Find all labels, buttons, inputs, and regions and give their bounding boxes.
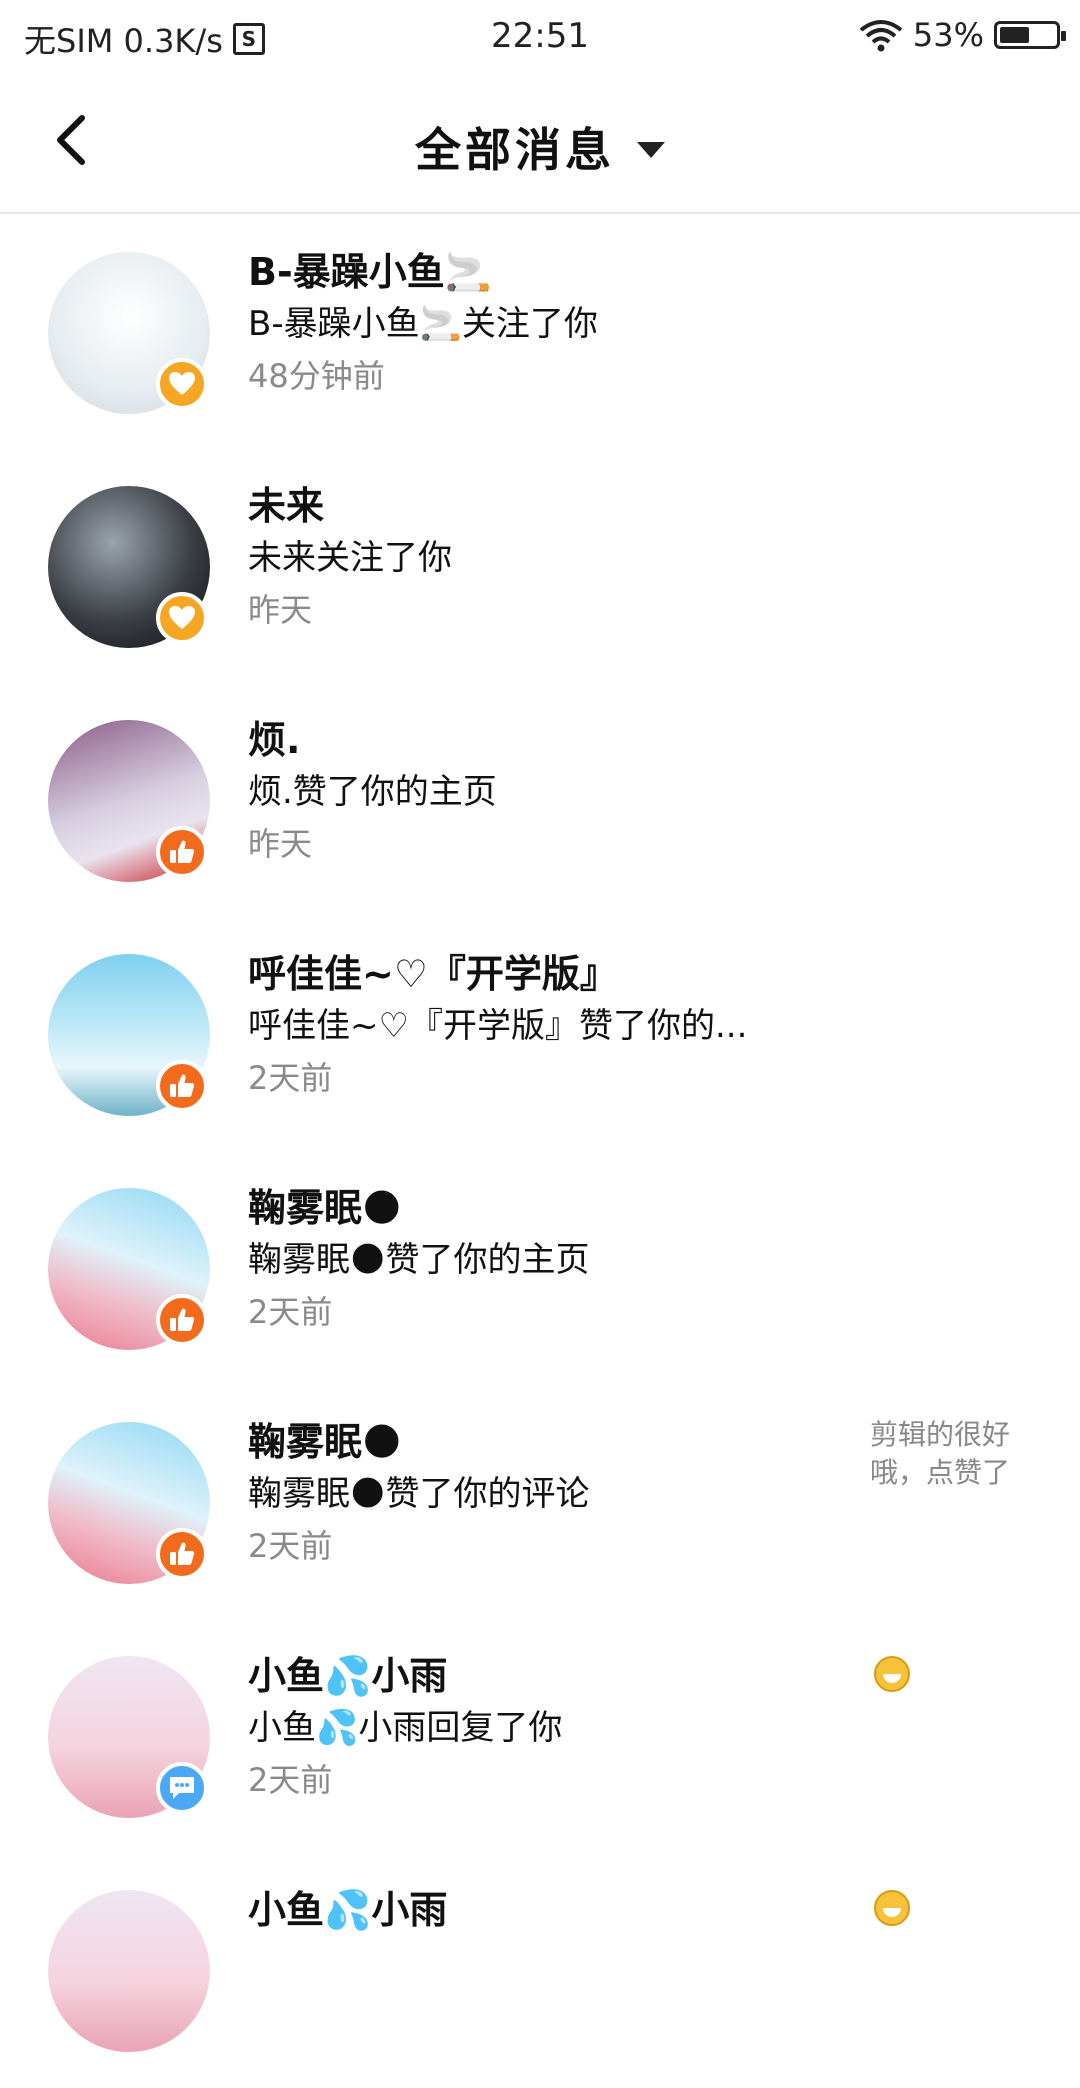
like-badge xyxy=(156,826,208,878)
like-badge xyxy=(156,1060,208,1112)
message-item[interactable]: B-暴躁小鱼🚬 B-暴躁小鱼🚬关注了你 48分钟前 xyxy=(0,216,1080,450)
reply-badge xyxy=(156,1762,208,1814)
message-time: 昨天 xyxy=(248,825,313,863)
status-right: 53% xyxy=(859,16,1066,54)
message-description: 鞠雾眠🌑赞了你的评论 xyxy=(248,1474,590,1514)
message-description: 小鱼💦小雨回复了你 xyxy=(248,1708,563,1748)
battery-icon xyxy=(994,21,1066,49)
like-badge xyxy=(156,1294,208,1346)
chat-bubble-icon xyxy=(170,1777,194,1799)
sender-name[interactable]: 小鱼💦小雨 xyxy=(248,1884,848,1936)
message-description xyxy=(248,1936,848,1988)
sweat-smile-emoji[interactable] xyxy=(874,1890,910,1926)
title-dropdown[interactable]: 全部消息 xyxy=(0,114,1080,180)
follow-badge xyxy=(156,358,208,410)
message-time: 昨天 xyxy=(248,591,313,629)
sender-name[interactable]: 小鱼💦小雨 xyxy=(248,1650,848,1702)
message-text: 鞠雾眠🌑 鞠雾眠🌑赞了你的主页 2天前 xyxy=(248,1182,848,1338)
status-bar: 无SIM 0.3K/s S 22:51 53% xyxy=(0,0,1080,72)
sender-name[interactable]: 呼佳佳~♡『开学版』 xyxy=(248,948,848,1000)
thumbs-up-icon xyxy=(170,1308,195,1331)
thumbs-up-icon xyxy=(170,1542,195,1565)
message-item[interactable]: 呼佳佳~♡『开学版』呼佳佳~♡『开学版』赞了你的... 2天前 xyxy=(0,918,1080,1152)
thumbs-up-icon xyxy=(170,1074,195,1097)
heart-icon xyxy=(169,606,195,629)
header: 全部消息 xyxy=(0,72,1080,214)
sender-name[interactable]: 烦. xyxy=(248,714,848,766)
follow-badge xyxy=(156,592,208,644)
wifi-icon xyxy=(859,20,903,52)
message-item[interactable]: 烦. 烦.赞了你的主页 昨天 xyxy=(0,684,1080,918)
message-item[interactable]: 鞠雾眠🌑 鞠雾眠🌑赞了你的主页 2天前 xyxy=(0,1152,1080,1386)
message-text: 未来未来关注了你 昨天 xyxy=(248,480,848,636)
avatar[interactable] xyxy=(48,1890,210,2052)
message-text: 小鱼💦小雨 xyxy=(248,1884,848,1988)
caret-down-icon xyxy=(637,142,665,158)
battery-cap xyxy=(1061,31,1066,41)
message-description: B-暴躁小鱼🚬关注了你 xyxy=(248,304,598,344)
message-description: 未来关注了你 xyxy=(248,538,452,578)
message-text: 烦. 烦.赞了你的主页 昨天 xyxy=(248,714,848,870)
message-list: B-暴躁小鱼🚬 B-暴躁小鱼🚬关注了你 48分钟前 未来 未来关注了你 昨天 烦. 烦.赞了你… xyxy=(0,216,1080,2088)
message-text: 呼佳佳~♡『开学版』呼佳佳~♡『开学版』赞了你的... 2天前 xyxy=(248,948,848,1104)
message-text: 小鱼💦小雨小鱼💦小雨回复了你 2天前 xyxy=(248,1650,848,1806)
message-text: 鞠雾眠🌑 鞠雾眠🌑赞了你的评论 2天前 xyxy=(248,1416,848,1572)
message-time: 2天前 xyxy=(248,1761,333,1799)
message-description: 烦.赞了你的主页 xyxy=(248,772,497,812)
message-item[interactable]: 未来未来关注了你 昨天 xyxy=(0,450,1080,684)
message-item[interactable]: 小鱼💦小雨 xyxy=(0,1854,1080,2088)
message-description: 鞠雾眠🌑赞了你的主页 xyxy=(248,1240,590,1280)
sender-name[interactable]: 未来 xyxy=(248,480,848,532)
like-badge xyxy=(156,1528,208,1580)
sender-name[interactable]: B-暴躁小鱼🚬 xyxy=(248,246,848,298)
message-item[interactable]: 鞠雾眠🌑 鞠雾眠🌑赞了你的评论 2天前 剪辑的很好哦，点赞了 xyxy=(0,1386,1080,1620)
page-title: 全部消息 xyxy=(415,123,615,177)
battery-percent: 53% xyxy=(912,16,984,54)
message-item[interactable]: 小鱼💦小雨小鱼💦小雨回复了你 2天前 xyxy=(0,1620,1080,1854)
thumbs-up-icon xyxy=(170,840,195,863)
comment-snippet[interactable]: 剪辑的很好哦，点赞了 xyxy=(870,1416,1050,1492)
heart-icon xyxy=(169,372,195,395)
message-text: B-暴躁小鱼🚬 B-暴躁小鱼🚬关注了你 48分钟前 xyxy=(248,246,848,402)
sender-name[interactable]: 鞠雾眠🌑 xyxy=(248,1182,848,1234)
message-time: 48分钟前 xyxy=(248,357,385,395)
message-time: 2天前 xyxy=(248,1527,333,1565)
message-time: 2天前 xyxy=(248,1059,333,1097)
battery-fill xyxy=(1000,27,1029,43)
message-description: 呼佳佳~♡『开学版』赞了你的... xyxy=(248,1006,748,1046)
message-time: 2天前 xyxy=(248,1293,333,1331)
grin-emoji[interactable] xyxy=(874,1656,910,1692)
sender-name[interactable]: 鞠雾眠🌑 xyxy=(248,1416,848,1468)
